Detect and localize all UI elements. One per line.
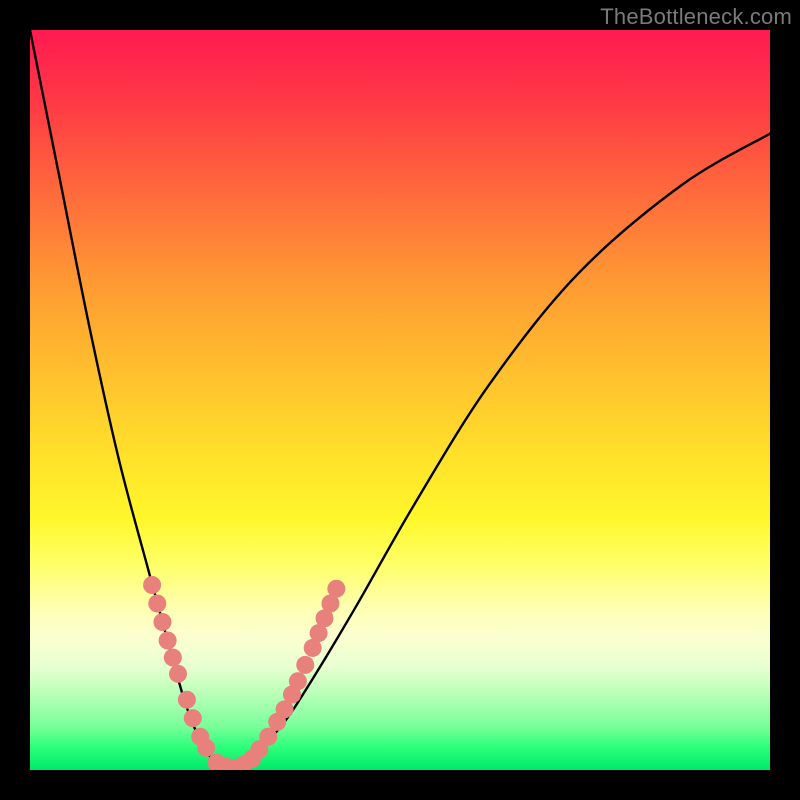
watermark-text: TheBottleneck.com (600, 4, 792, 30)
marker-dot (153, 613, 171, 631)
bottleneck-curve-svg (30, 30, 770, 770)
marker-dot (164, 649, 182, 667)
marker-dot (169, 665, 187, 683)
marker-dot (143, 576, 161, 594)
marker-dot (184, 709, 202, 727)
marker-dot (289, 672, 307, 690)
plot-area (30, 30, 770, 770)
marker-dot (296, 656, 314, 674)
chart-frame: TheBottleneck.com (0, 0, 800, 800)
marker-dot (178, 691, 196, 709)
marker-dot (159, 632, 177, 650)
marker-dot (148, 595, 166, 613)
marker-dot (327, 580, 345, 598)
marker-dot (197, 739, 215, 757)
bottleneck-curve-path (30, 30, 770, 770)
